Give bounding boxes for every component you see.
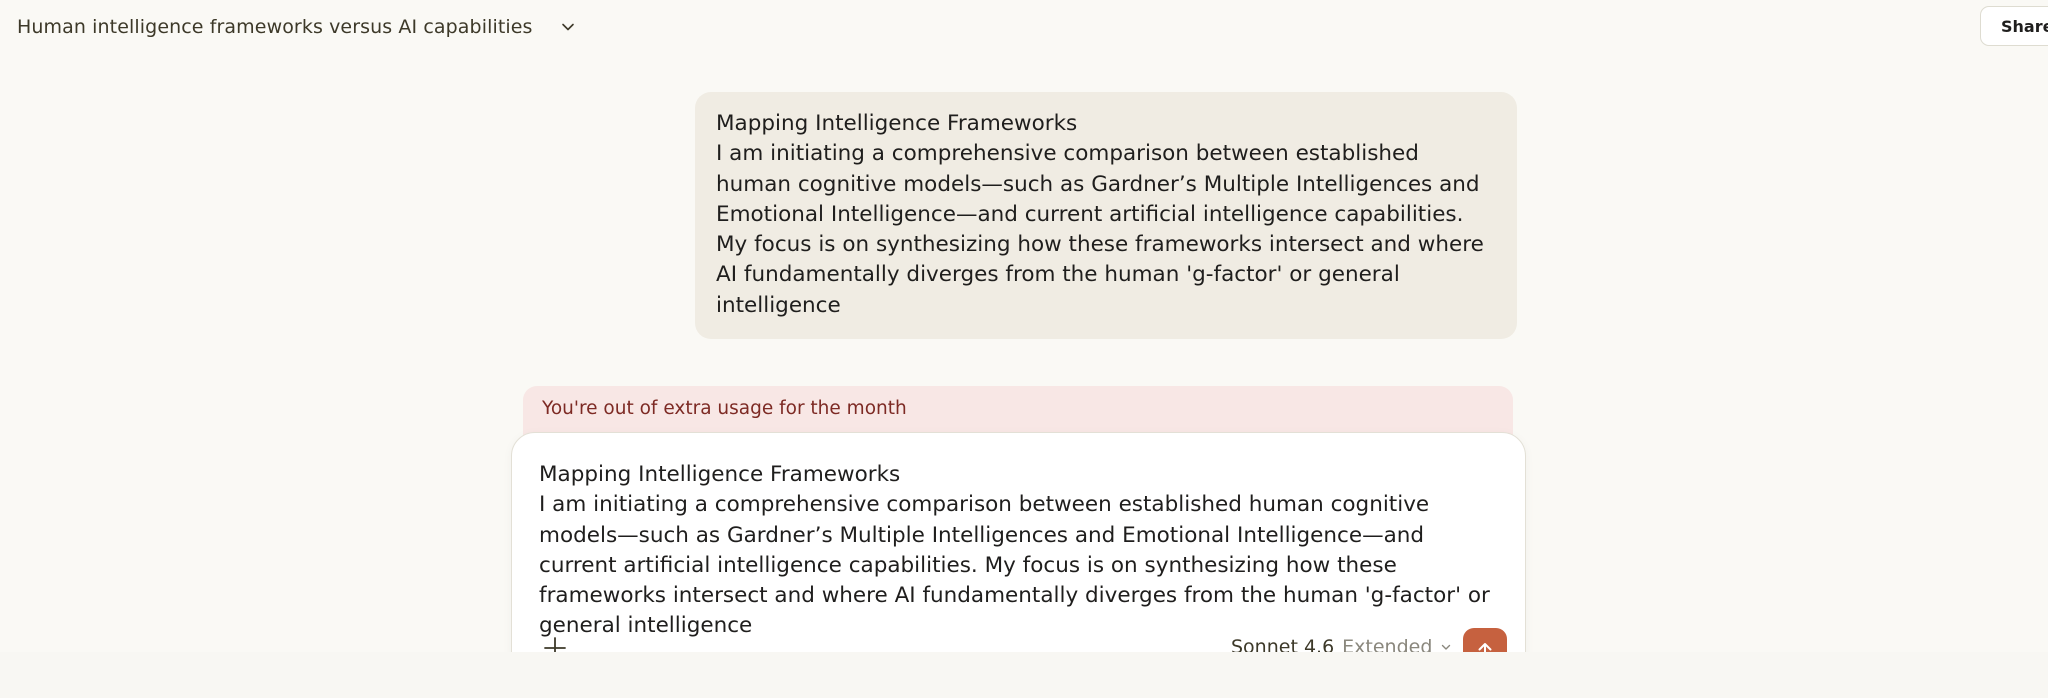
user-message-heading: Mapping Intelligence Frameworks (716, 111, 1078, 136)
composer-input[interactable]: Mapping Intelligence Frameworks I am ini… (539, 460, 1499, 642)
user-message-body: I am initiating a comprehensive comparis… (716, 141, 1484, 318)
chat-page: Human intelligence frameworks versus AI … (0, 0, 2048, 698)
composer-body: I am initiating a comprehensive comparis… (539, 492, 1490, 639)
user-message: Mapping Intelligence Frameworks I am ini… (695, 92, 1517, 340)
composer-heading: Mapping Intelligence Frameworks (539, 462, 901, 487)
title-menu-button[interactable] (553, 12, 583, 42)
bottom-strip (0, 652, 2048, 698)
header: Human intelligence frameworks versus AI … (0, 0, 583, 54)
chevron-down-icon (561, 23, 574, 31)
conversation-title[interactable]: Human intelligence frameworks versus AI … (17, 16, 533, 38)
share-button[interactable]: Share (1980, 6, 2048, 46)
usage-limit-text: You're out of extra usage for the month (542, 398, 907, 419)
